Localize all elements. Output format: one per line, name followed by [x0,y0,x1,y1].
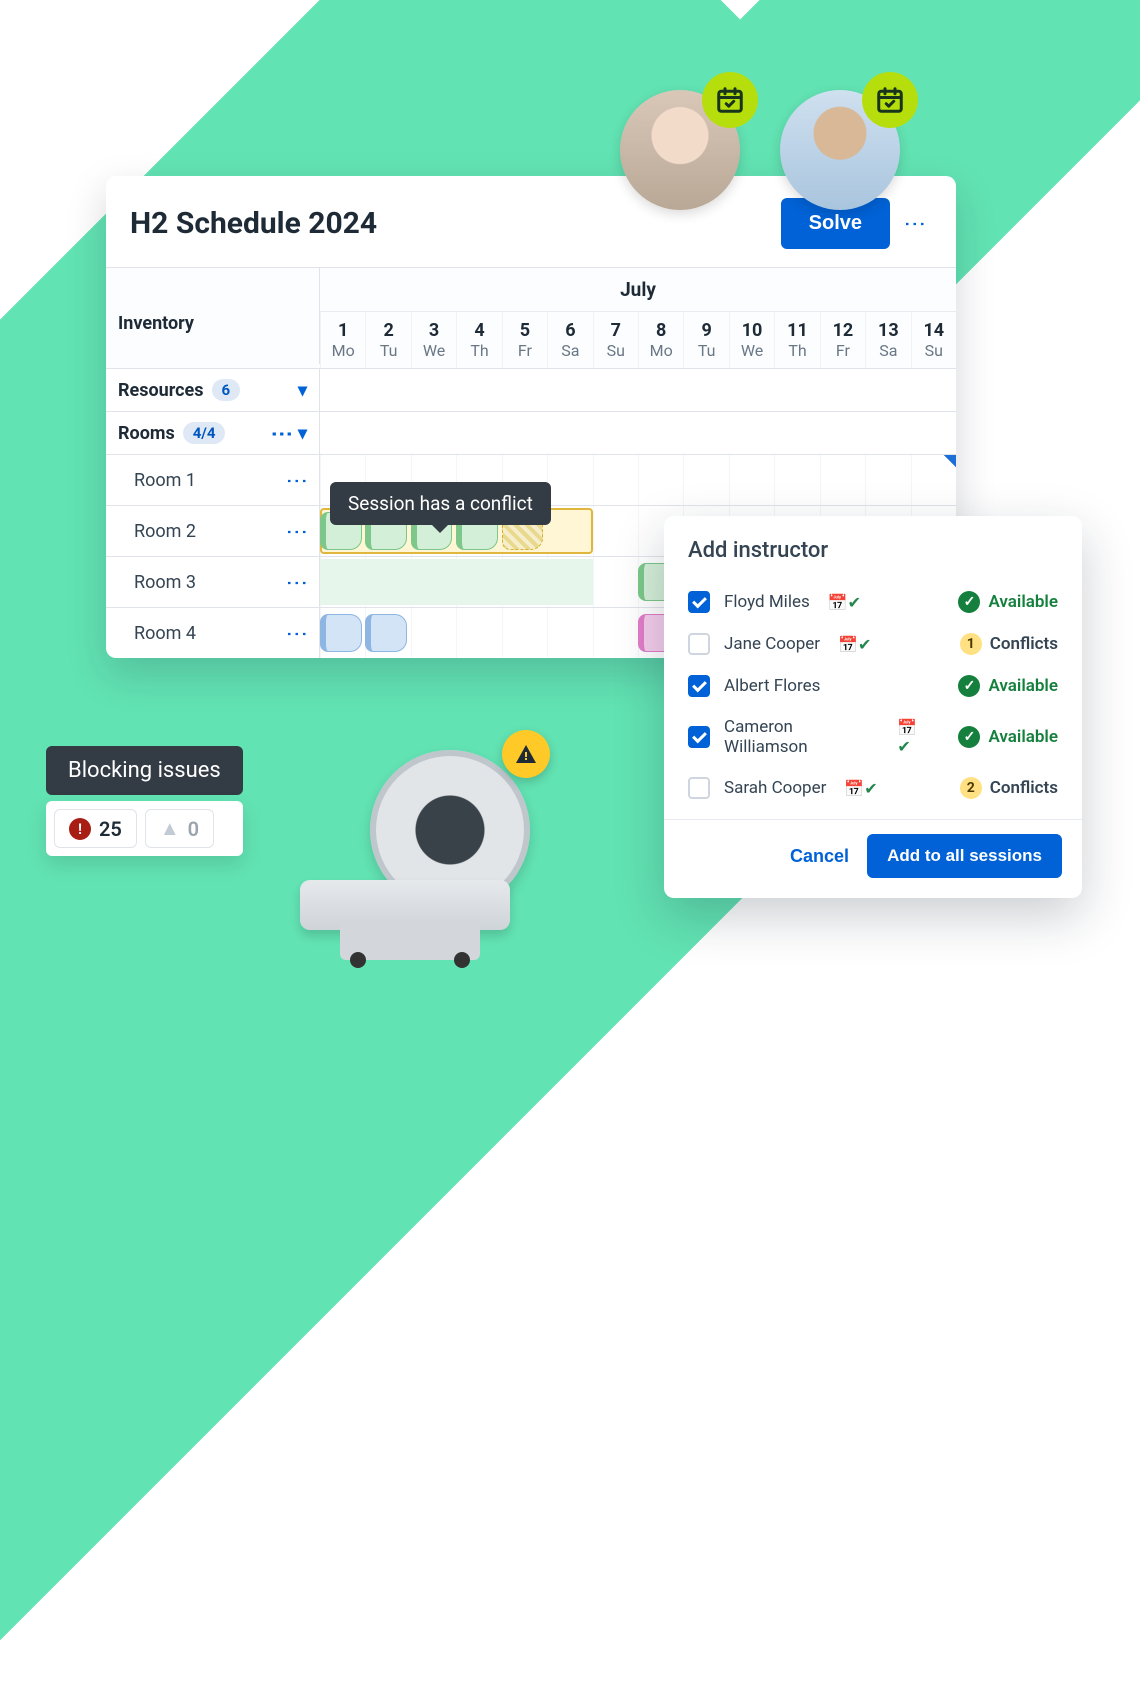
warning-icon [502,730,550,778]
day-header[interactable]: 14Su [911,312,956,368]
day-header[interactable]: 7Su [593,312,638,368]
day-header[interactable]: 6Sa [547,312,592,368]
count-badge: 6 [212,379,241,401]
card-menu-button[interactable]: ⋮ [896,206,932,242]
instructor-name: Floyd Miles [724,592,810,612]
warnings-count: 0 [188,817,199,841]
schedule-cell[interactable] [547,608,592,658]
day-header[interactable]: 2Tu [365,312,410,368]
status-available: ✓Available [958,726,1058,748]
warnings-chip[interactable]: ▲ 0 [145,809,214,848]
schedule-cell[interactable] [502,608,547,658]
tooltip-conflict: Session has a conflict [330,482,551,525]
warning-icon: ▲ [160,816,180,841]
page-title: H2 Schedule 2024 [130,206,377,241]
kebab-icon[interactable]: ⋮ [285,470,307,491]
group-label: Rooms [118,423,175,444]
chevron-down-icon: ▾ [298,423,307,444]
instructor-name: Jane Cooper [724,634,820,654]
add-to-all-sessions-button[interactable]: Add to all sessions [867,834,1062,878]
kebab-icon[interactable]: ⋮ [285,572,307,593]
group-rooms[interactable]: Rooms 4/4 ⋮ ▾ [106,412,320,454]
cancel-button[interactable]: Cancel [790,834,849,878]
status-available: ✓Available [958,675,1058,697]
kebab-icon[interactable]: ⋮ [285,623,307,644]
schedule-cell[interactable] [593,557,638,607]
room-label: Room 2 [134,521,196,542]
day-header[interactable]: 1Mo [320,312,365,368]
instructor-name: Albert Flores [724,676,820,696]
instructor-name: Sarah Cooper [724,778,826,798]
kebab-icon[interactable]: ⋮ [270,423,292,444]
day-header[interactable]: 9Tu [683,312,728,368]
instructor-checkbox[interactable] [688,633,710,655]
room-row-2[interactable]: Room 2 ⋮ [106,506,320,556]
room-row-1[interactable]: Room 1 ⋮ [106,455,320,505]
room-label: Room 4 [134,623,196,644]
errors-count: 25 [99,817,122,841]
mri-device [290,740,540,960]
room-label: Room 3 [134,572,196,593]
session-block[interactable] [365,614,407,652]
count-badge: 4/4 [183,422,226,444]
schedule-cell[interactable] [411,608,456,658]
day-header[interactable]: 10We [729,312,774,368]
calendar-ok-icon: 📅✔ [844,779,877,798]
session-block[interactable] [320,614,362,652]
avatar [780,90,900,210]
day-header[interactable]: 11Th [774,312,819,368]
kebab-icon: ⋮ [903,213,925,234]
inventory-header: Inventory [106,268,320,364]
group-label: Resources [118,380,204,401]
instructor-checkbox[interactable] [688,591,710,613]
schedule-cell[interactable] [593,608,638,658]
schedule-cell[interactable] [456,608,501,658]
room-row-4[interactable]: Room 4 ⋮ [106,608,320,658]
day-header[interactable]: 4Th [456,312,501,368]
day-header[interactable]: 12Fr [820,312,865,368]
avatar [620,90,740,210]
schedule-cell[interactable] [593,506,638,556]
calendar-ok-icon: 📅✔ [828,593,861,612]
room-label: Room 1 [134,470,196,491]
month-label: July [320,268,956,311]
day-header[interactable]: 13Sa [865,312,910,368]
instructor-checkbox[interactable] [688,675,710,697]
instructor-row: Floyd Miles 📅✔ ✓Available [664,581,1082,623]
error-icon: ! [69,818,91,840]
add-instructor-dialog: Add instructor Floyd Miles 📅✔ ✓Available Ja… [664,516,1082,898]
day-header[interactable]: 8Mo [638,312,683,368]
instructor-checkbox[interactable] [688,726,710,748]
instructor-checkbox[interactable] [688,777,710,799]
group-resources[interactable]: Resources 6 ▾ [106,369,320,411]
instructor-row: Albert Flores ✓Available [664,665,1082,707]
day-header[interactable]: 3We [411,312,456,368]
errors-chip[interactable]: ! 25 [54,809,137,848]
status-available: ✓Available [958,591,1058,613]
chevron-down-icon: ▾ [298,380,307,401]
day-header[interactable]: 5Fr [502,312,547,368]
status-conflicts: 1Conflicts [960,633,1058,655]
calendar-check-icon [862,72,918,128]
room-row-3[interactable]: Room 3 ⋮ [106,557,320,607]
calendar-ok-icon: 📅✔ [838,635,871,654]
instructor-row: Sarah Cooper 📅✔ 2Conflicts [664,767,1082,809]
blocking-issues-label: Blocking issues [46,746,243,795]
kebab-icon[interactable]: ⋮ [285,521,307,542]
instructor-row: Cameron Williamson 📅✔ ✓Available [664,707,1082,767]
status-conflicts: 2Conflicts [960,777,1058,799]
calendar-ok-icon: 📅✔ [897,718,930,756]
instructor-name: Cameron Williamson [724,717,879,757]
dialog-title: Add instructor [664,538,1082,581]
day-header-row: 1Mo2Tu3We4Th5Fr6Sa7Su8Mo9Tu10We11Th12Fr1… [320,311,956,368]
calendar-check-icon [702,72,758,128]
session-span[interactable] [320,559,593,605]
corner-marker [536,455,956,467]
instructor-row: Jane Cooper 📅✔ 1Conflicts [664,623,1082,665]
